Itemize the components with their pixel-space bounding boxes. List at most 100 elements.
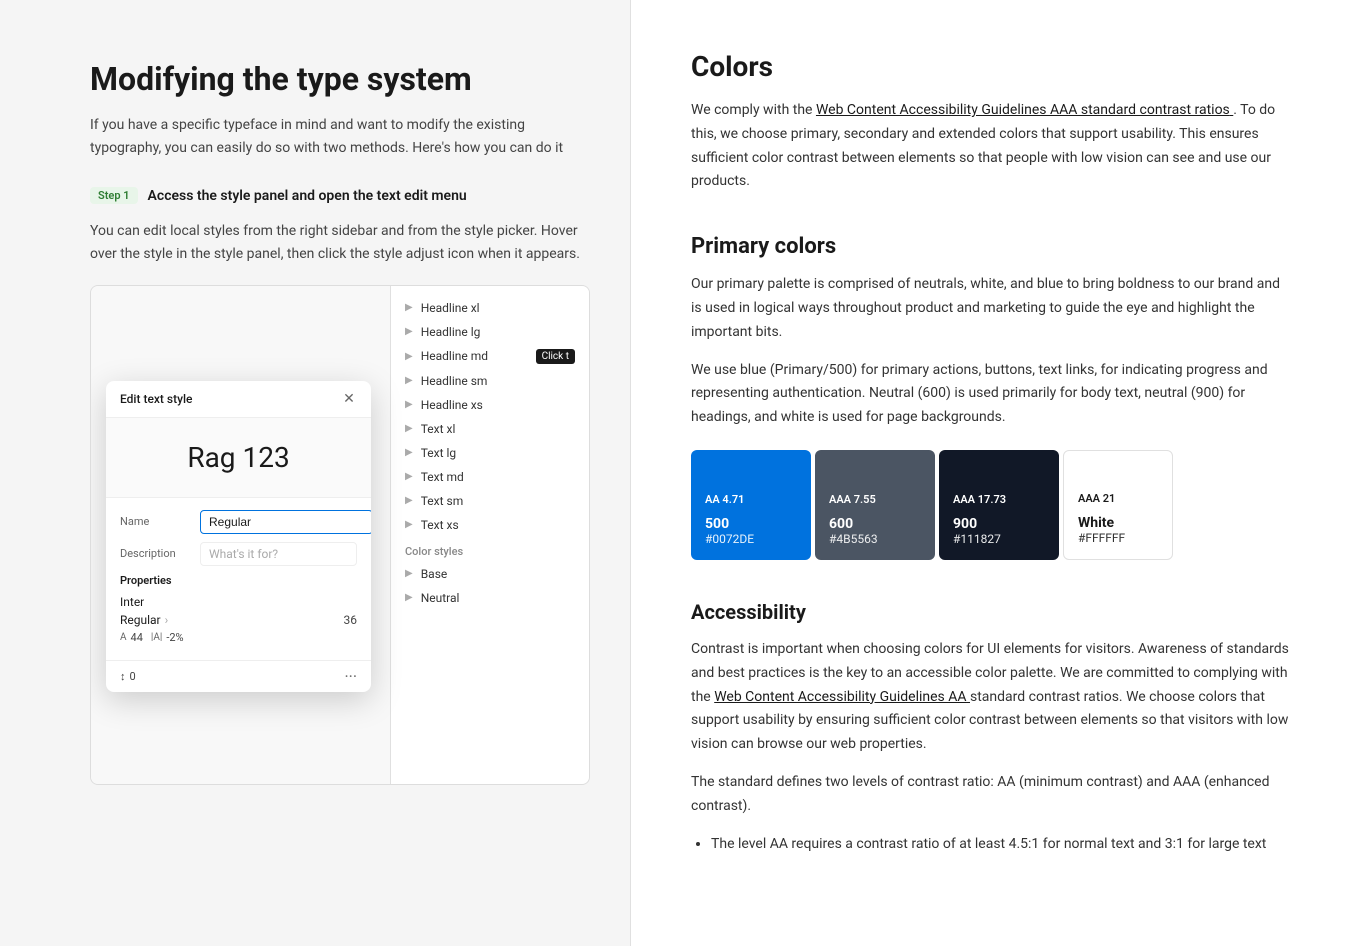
chevron-icon: ▶ (405, 592, 413, 603)
right-panel: Colors We comply with the Web Content Ac… (630, 0, 1350, 946)
primary-desc-1: Our primary palette is comprised of neut… (691, 273, 1290, 344)
font-style-value: Regular › (120, 613, 168, 627)
list-item[interactable]: ▶ Text xs (391, 513, 589, 537)
step-description: You can edit local styles from the right… (90, 220, 590, 265)
more-options-button[interactable]: ··· (344, 667, 357, 686)
line-height-metric: A 44 (120, 631, 143, 644)
modal-footer: ↕ 0 ··· (106, 660, 371, 692)
primary-desc-2: We use blue (Primary/500) for primary ac… (691, 359, 1290, 430)
line-height-icon: A (120, 632, 127, 643)
chevron-icon: ▶ (405, 568, 413, 579)
list-item[interactable]: ▶ Headline lg (391, 320, 589, 344)
colors-section: Colors We comply with the Web Content Ac… (691, 50, 1290, 194)
bullet-item: The level AA requires a contrast ratio o… (711, 833, 1290, 857)
chevron-icon: ▶ (405, 375, 413, 386)
swatch-name: 600 (829, 516, 921, 532)
style-name: Text xl (421, 422, 575, 436)
list-item[interactable]: ▶ Neutral (391, 586, 589, 610)
description-placeholder: What's it for? (209, 547, 278, 561)
list-item[interactable]: ▶ Text lg (391, 441, 589, 465)
swatch-hex: #4B5563 (829, 532, 921, 546)
style-name: Text xs (421, 518, 575, 532)
paragraph-spacing-icon: ↕ (120, 670, 126, 683)
line-height-value: 44 (131, 631, 143, 644)
page-title: Modifying the type system (90, 60, 590, 98)
paragraph-spacing-value: 0 (130, 670, 136, 683)
modal-header: Edit text style ✕ (106, 381, 371, 418)
list-item[interactable]: ▶ Headline xs (391, 393, 589, 417)
description-field-row: Description What's it for? (120, 542, 357, 566)
name-input[interactable] (200, 510, 371, 534)
swatch-name: 900 (953, 516, 1045, 532)
style-name: Headline lg (421, 325, 575, 339)
list-item[interactable]: ▶ Headline xl (391, 296, 589, 320)
chevron-icon: ▶ (405, 423, 413, 434)
edit-text-style-modal: Edit text style ✕ Rag 123 Name Descripti… (106, 381, 371, 692)
primary-colors-section: Primary colors Our primary palette is co… (691, 234, 1290, 560)
style-name: Base (421, 567, 575, 581)
style-name: Text md (421, 470, 575, 484)
screenshot-left: Edit text style ✕ Rag 123 Name Descripti… (91, 286, 391, 784)
list-item[interactable]: ▶ Text sm (391, 489, 589, 513)
letter-spacing-metric: |A| -2% (151, 631, 184, 644)
wcag-aa-link[interactable]: Web Content Accessibility Guidelines AA (714, 689, 970, 705)
style-name: Headline xs (421, 398, 575, 412)
list-item[interactable]: ▶ Text md (391, 465, 589, 489)
font-size-value: 36 (344, 613, 358, 627)
colors-intro: We comply with the Web Content Accessibi… (691, 99, 1290, 194)
chevron-icon: ▶ (405, 302, 413, 313)
swatch-600: AAA 7.55 600 #4B5563 (815, 450, 935, 560)
wcag-link[interactable]: Web Content Accessibility Guidelines AAA… (816, 102, 1233, 118)
swatch-hex: #FFFFFF (1078, 531, 1158, 545)
step-label: Access the style panel and open the text… (148, 188, 467, 204)
color-styles-label: Color styles (391, 537, 589, 562)
screenshot-container: Edit text style ✕ Rag 123 Name Descripti… (90, 285, 590, 785)
font-family-value: Inter (120, 595, 144, 609)
accessibility-title: Accessibility (691, 600, 1290, 624)
screenshot-right: ▶ Headline xl ▶ Headline lg ▶ Headline m… (391, 286, 589, 784)
list-item[interactable]: ▶ Headline sm (391, 369, 589, 393)
modal-preview-text: Rag 123 (187, 441, 289, 474)
left-panel: Modifying the type system If you have a … (0, 0, 630, 946)
style-name: Text lg (421, 446, 575, 460)
description-label: Description (120, 547, 192, 560)
swatch-500: AA 4.71 500 #0072DE (691, 450, 811, 560)
font-family-row: Inter (120, 595, 357, 609)
modal-preview: Rag 123 (106, 418, 371, 498)
chevron-icon: ▶ (405, 351, 413, 362)
list-item[interactable]: ▶ Base (391, 562, 589, 586)
chevron-icon: ▶ (405, 519, 413, 530)
close-icon[interactable]: ✕ (341, 391, 357, 407)
swatch-name: 500 (705, 516, 797, 532)
swatch-900: AAA 17.73 900 #111827 (939, 450, 1059, 560)
step-row: Step 1 Access the style panel and open t… (90, 187, 590, 204)
chevron-icon: ▶ (405, 399, 413, 410)
click-tooltip: Click t (536, 349, 575, 364)
style-name: Neutral (421, 591, 575, 605)
primary-colors-title: Primary colors (691, 234, 1290, 259)
font-style-row: Regular › 36 (120, 613, 357, 627)
swatch-contrast: AA 4.71 (705, 493, 797, 506)
chevron-icon: ▶ (405, 471, 413, 482)
modal-title: Edit text style (120, 392, 192, 406)
description-input[interactable]: What's it for? (200, 542, 357, 566)
swatch-contrast: AAA 21 (1078, 492, 1158, 505)
accessibility-desc-3: The standard defines two levels of contr… (691, 771, 1290, 819)
properties-section: Properties (120, 574, 357, 587)
name-field-row: Name (120, 510, 357, 534)
bullet-list: The level AA requires a contrast ratio o… (691, 833, 1290, 857)
list-item[interactable]: ▶ Text xl (391, 417, 589, 441)
style-name: Headline xl (421, 301, 575, 315)
colors-title: Colors (691, 50, 1290, 83)
chevron-icon: ▶ (405, 447, 413, 458)
modal-body: Name Description What's it for? Properti… (106, 498, 371, 660)
swatch-hex: #111827 (953, 532, 1045, 546)
chevron-icon: ▶ (405, 495, 413, 506)
list-item[interactable]: ▶ Headline md Click t (391, 344, 589, 369)
letter-spacing-icon: |A| (151, 632, 162, 643)
style-name: Text sm (421, 494, 575, 508)
name-label: Name (120, 515, 192, 528)
swatch-white: AAA 21 White #FFFFFF (1063, 450, 1173, 560)
swatch-hex: #0072DE (705, 532, 797, 546)
chevron-icon: ▶ (405, 326, 413, 337)
